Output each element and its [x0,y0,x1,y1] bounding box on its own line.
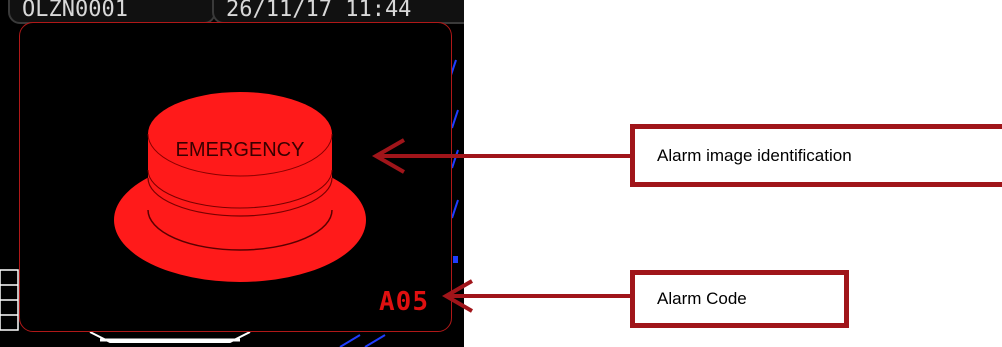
annotated-alarm-diagram: OLZN0001 26/11/17 11:44 EMERGENCY A05 Al… [0,0,1002,347]
callout-alarm-code: Alarm Code [630,270,849,328]
emergency-button-icon: EMERGENCY [114,92,366,282]
device-screen: OLZN0001 26/11/17 11:44 EMERGENCY A05 [0,0,464,347]
callout-label: Alarm Code [657,289,747,308]
callout-alarm-image-identification: Alarm image identification [630,124,1002,187]
alarm-code: A05 [379,287,429,317]
callout-label: Alarm image identification [657,145,852,165]
emergency-label: EMERGENCY [176,139,305,161]
alarm-popup[interactable]: EMERGENCY A05 [19,22,452,332]
